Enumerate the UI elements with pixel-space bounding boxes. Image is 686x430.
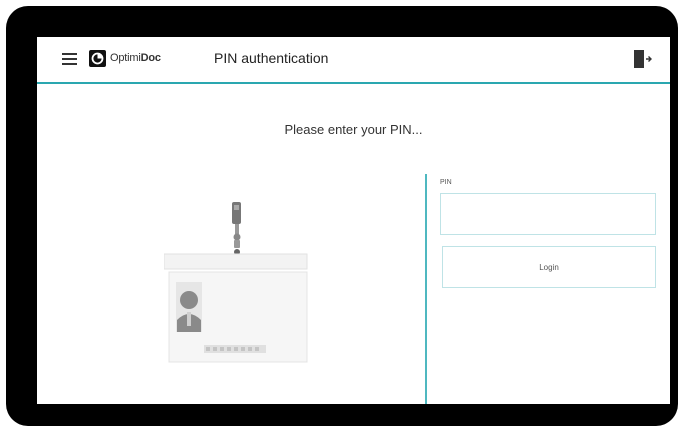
brand-logo-bold: Doc bbox=[140, 52, 161, 64]
pin-label: PIN bbox=[440, 179, 452, 186]
brand-logo-light: Optimi bbox=[110, 52, 141, 64]
logout-door-icon[interactable] bbox=[633, 48, 653, 70]
pin-prompt: Please enter your PIN... bbox=[284, 122, 423, 137]
pin-input[interactable] bbox=[440, 193, 656, 235]
app-header: OptimiDoc PIN authentication bbox=[37, 37, 670, 84]
login-button[interactable]: Login bbox=[442, 246, 656, 288]
id-badge-icon bbox=[163, 202, 314, 372]
optimidoc-logo-icon bbox=[89, 50, 106, 67]
page-title: PIN authentication bbox=[214, 50, 329, 66]
brand-logo-text: OptimiDoc bbox=[110, 52, 161, 64]
hamburger-menu-icon[interactable] bbox=[62, 53, 77, 65]
device-frame: OptimiDoc PIN authentication Please ente… bbox=[0, 0, 686, 430]
vertical-divider bbox=[425, 174, 427, 404]
screen: OptimiDoc PIN authentication Please ente… bbox=[37, 37, 670, 404]
